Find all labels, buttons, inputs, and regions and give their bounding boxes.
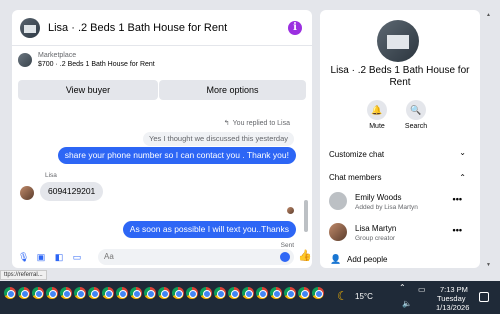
emoji-icon[interactable] [280, 252, 290, 262]
chrome-icon[interactable] [4, 287, 16, 299]
add-people-button[interactable]: Add people [347, 255, 387, 264]
scroll-down-icon[interactable]: ▼ [486, 262, 491, 268]
chevron-up-icon[interactable]: ⌃ [459, 173, 466, 182]
outgoing-message[interactable]: share your phone number so I can contact… [57, 147, 296, 164]
chrome-icon[interactable] [200, 287, 212, 299]
gif-icon[interactable]: ▭ [72, 252, 82, 262]
microphone-icon[interactable]: 🎙 [18, 252, 29, 262]
taskbar: ☾ 15°C ⌃ ▭ 🔈 7:13 PM Tuesday 1/13/2026 [0, 281, 500, 314]
seen-avatar [287, 207, 294, 214]
search-icon: 🔍 [410, 105, 422, 115]
weather-temperature[interactable]: 15°C [355, 292, 373, 301]
network-icon[interactable]: ▭ [418, 285, 426, 294]
mute-button[interactable]: 🔔 [367, 100, 387, 120]
chrome-icon[interactable] [284, 287, 296, 299]
chrome-icon[interactable] [116, 287, 128, 299]
member-options-icon[interactable]: ••• [453, 194, 462, 204]
chevron-up-icon[interactable]: ⌃ [399, 283, 406, 292]
status-url: ttps://referral... [0, 270, 47, 280]
replied-text: You replied to Lisa [232, 120, 290, 127]
chrome-icon[interactable] [298, 287, 310, 299]
listing-thumbnail [18, 53, 32, 67]
message-input[interactable] [98, 249, 294, 265]
composer: 🎙 ▣ ◧ ▭ 👍 [12, 246, 312, 268]
member-subtitle: Group creator [355, 235, 396, 242]
clock-day[interactable]: Tuesday [437, 294, 466, 303]
chrome-icon[interactable] [60, 287, 72, 299]
scroll-up-icon[interactable]: ▲ [486, 12, 491, 18]
like-icon[interactable]: 👍 [298, 250, 312, 262]
chrome-icon[interactable] [158, 287, 170, 299]
marketplace-banner: Marketplace $700 · .2 Beds 1 Bath House … [12, 47, 312, 103]
incoming-message[interactable]: 6094129201 [40, 182, 104, 201]
chrome-icon[interactable] [242, 287, 254, 299]
page-scrollbar[interactable]: ▲ ▼ [485, 12, 493, 270]
chrome-icon[interactable] [186, 287, 198, 299]
chat-scrollbar[interactable] [304, 200, 308, 232]
chrome-icon[interactable] [102, 287, 114, 299]
sticker-icon[interactable]: ◧ [54, 252, 64, 262]
clock-date[interactable]: 1/13/2026 [436, 303, 469, 312]
notification-icon[interactable] [479, 292, 489, 302]
member-subtitle: Added by Lisa Martyn [355, 204, 418, 211]
conversation-title: Lisa · .2 Beds 1 Bath House for Rent [330, 65, 470, 88]
quoted-message[interactable]: Yes I thought we discussed this yesterda… [143, 132, 294, 146]
chrome-icon[interactable] [312, 287, 324, 299]
chrome-icon[interactable] [88, 287, 100, 299]
chrome-icon[interactable] [172, 287, 184, 299]
chrome-icon[interactable] [256, 287, 268, 299]
listing-title[interactable]: $700 · .2 Beds 1 Bath House for Rent [38, 61, 155, 68]
bell-icon: 🔔 [371, 105, 383, 115]
chrome-icon[interactable] [228, 287, 240, 299]
clock-time[interactable]: 7:13 PM [440, 285, 468, 294]
chrome-icon[interactable] [130, 287, 142, 299]
member-avatar[interactable] [329, 223, 347, 241]
member-options-icon[interactable]: ••• [453, 225, 462, 235]
member-name[interactable]: Lisa Martyn [355, 224, 396, 233]
sender-avatar[interactable] [20, 186, 34, 200]
customize-chat-section[interactable]: Customize chat [329, 150, 384, 159]
chrome-icon[interactable] [46, 287, 58, 299]
search-label: Search [404, 123, 428, 130]
info-icon[interactable]: i [288, 21, 302, 35]
sender-name: Lisa [45, 172, 57, 179]
moon-icon[interactable]: ☾ [337, 289, 348, 303]
replied-note: ↰ You replied to Lisa [224, 119, 290, 127]
chat-members-section[interactable]: Chat members [329, 173, 381, 182]
chat-window: Lisa · .2 Beds 1 Bath House for Rent i M… [12, 10, 312, 268]
chrome-icon[interactable] [214, 287, 226, 299]
member-name[interactable]: Emily Woods [355, 193, 402, 202]
chrome-icon[interactable] [32, 287, 44, 299]
chrome-icon[interactable] [270, 287, 282, 299]
outgoing-message[interactable]: As soon as possible I will text you..Tha… [122, 221, 296, 238]
member-avatar[interactable] [329, 192, 347, 210]
more-options-button[interactable]: More options [159, 80, 306, 100]
chat-avatar[interactable] [20, 17, 40, 38]
chrome-icon[interactable] [74, 287, 86, 299]
marketplace-label: Marketplace [38, 52, 77, 59]
mute-label: Mute [369, 123, 385, 130]
chat-header: Lisa · .2 Beds 1 Bath House for Rent i [12, 10, 312, 46]
conversation-avatar[interactable] [377, 20, 419, 62]
view-buyer-button[interactable]: View buyer [18, 80, 158, 100]
chat-title[interactable]: Lisa · .2 Beds 1 Bath House for Rent [48, 22, 227, 34]
chevron-down-icon[interactable]: ⌄ [459, 148, 466, 157]
conversation-info-panel: Lisa · .2 Beds 1 Bath House for Rent 🔔 🔍… [320, 10, 480, 268]
reply-icon: ↰ [223, 120, 230, 127]
volume-icon[interactable]: 🔈 [402, 299, 412, 308]
chrome-icon[interactable] [144, 287, 156, 299]
photo-icon[interactable]: ▣ [36, 252, 46, 262]
search-button[interactable]: 🔍 [406, 100, 426, 120]
add-people-icon[interactable]: 👤 [330, 254, 341, 265]
chrome-icon[interactable] [18, 287, 30, 299]
